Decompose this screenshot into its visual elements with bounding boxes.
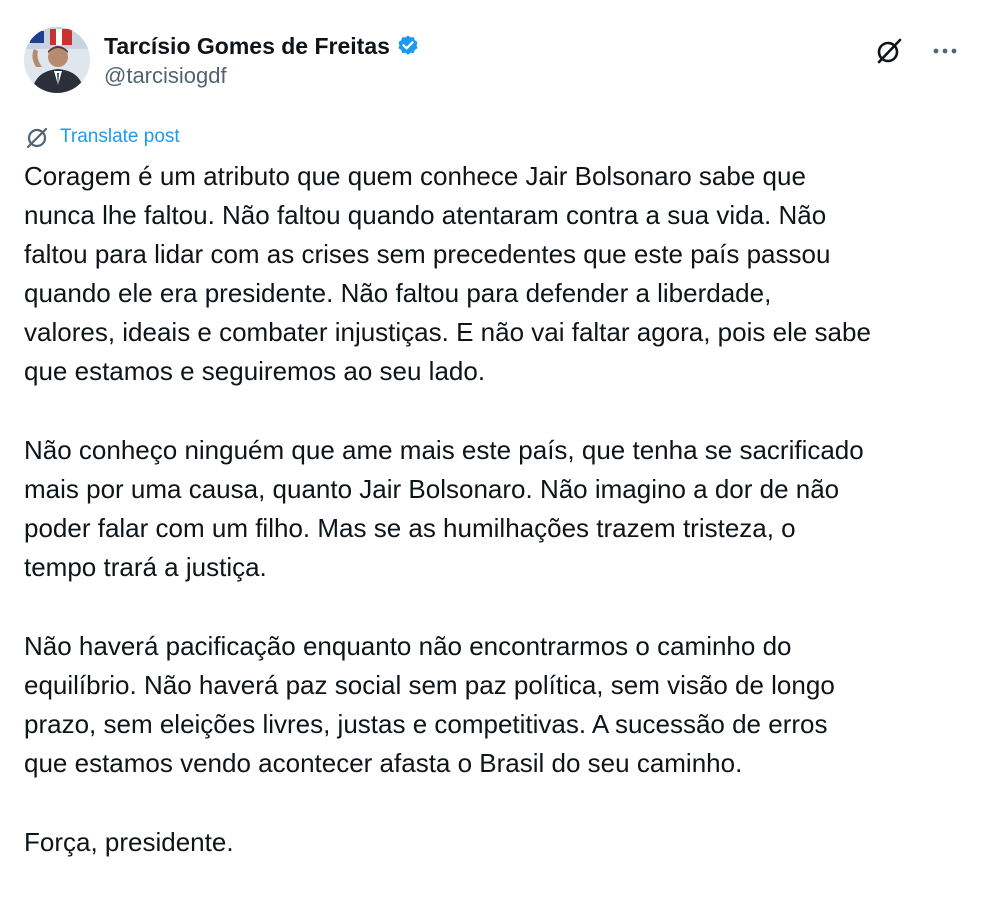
paragraph-4: Força, presidente. (24, 823, 972, 862)
verified-badge-icon[interactable] (396, 34, 420, 58)
post-text: Coragem é um atributo que quem conhece J… (24, 157, 972, 902)
more-options-icon[interactable] (928, 36, 962, 66)
text-line: Não conheço ninguém que ame mais este pa… (24, 435, 864, 465)
text-line: que estamos e seguiremos ao seu lado. (24, 356, 486, 386)
translate-post-link[interactable]: Translate post (24, 124, 180, 150)
avatar-photo (24, 27, 90, 93)
text-line: faltou para lidar com as crises sem prec… (24, 239, 831, 269)
text-line: que estamos vendo acontecer afasta o Bra… (24, 748, 743, 778)
translate-post-label[interactable]: Translate post (60, 126, 180, 148)
author-info: Tarcísio Gomes de Freitas @tarcisiogdf (104, 31, 420, 89)
paragraph-3: Não haverá pacificação enquanto não enco… (24, 627, 972, 783)
grok-icon[interactable] (874, 36, 904, 66)
text-line: mais por uma causa, quanto Jair Bolsonar… (24, 474, 840, 504)
post-header: Tarcísio Gomes de Freitas @tarcisiogdf (24, 27, 964, 95)
paragraph-2: Não conheço ninguém que ame mais este pa… (24, 431, 972, 587)
text-line: quando ele era presidente. Não faltou pa… (24, 278, 772, 308)
author-handle[interactable]: @tarcisiogdf (104, 63, 420, 89)
translate-icon (24, 124, 50, 150)
text-line: Força, presidente. (24, 827, 234, 857)
text-line: equilíbrio. Não haverá paz social sem pa… (24, 670, 835, 700)
text-line: Não haverá pacificação enquanto não enco… (24, 631, 792, 661)
text-line: poder falar com um filho. Mas se as humi… (24, 513, 796, 543)
text-line: Coragem é um atributo que quem conhece J… (24, 161, 806, 191)
text-line: prazo, sem eleições livres, justas e com… (24, 709, 828, 739)
author-display-name[interactable]: Tarcísio Gomes de Freitas (104, 33, 390, 60)
text-line: valores, ideais e combater injustiças. E… (24, 317, 871, 347)
name-row: Tarcísio Gomes de Freitas (104, 31, 420, 61)
text-line: tempo trará a justiça. (24, 552, 267, 582)
paragraph-1: Coragem é um atributo que quem conhece J… (24, 157, 972, 391)
text-line: nunca lhe faltou. Não faltou quando aten… (24, 200, 827, 230)
avatar[interactable] (24, 27, 90, 93)
